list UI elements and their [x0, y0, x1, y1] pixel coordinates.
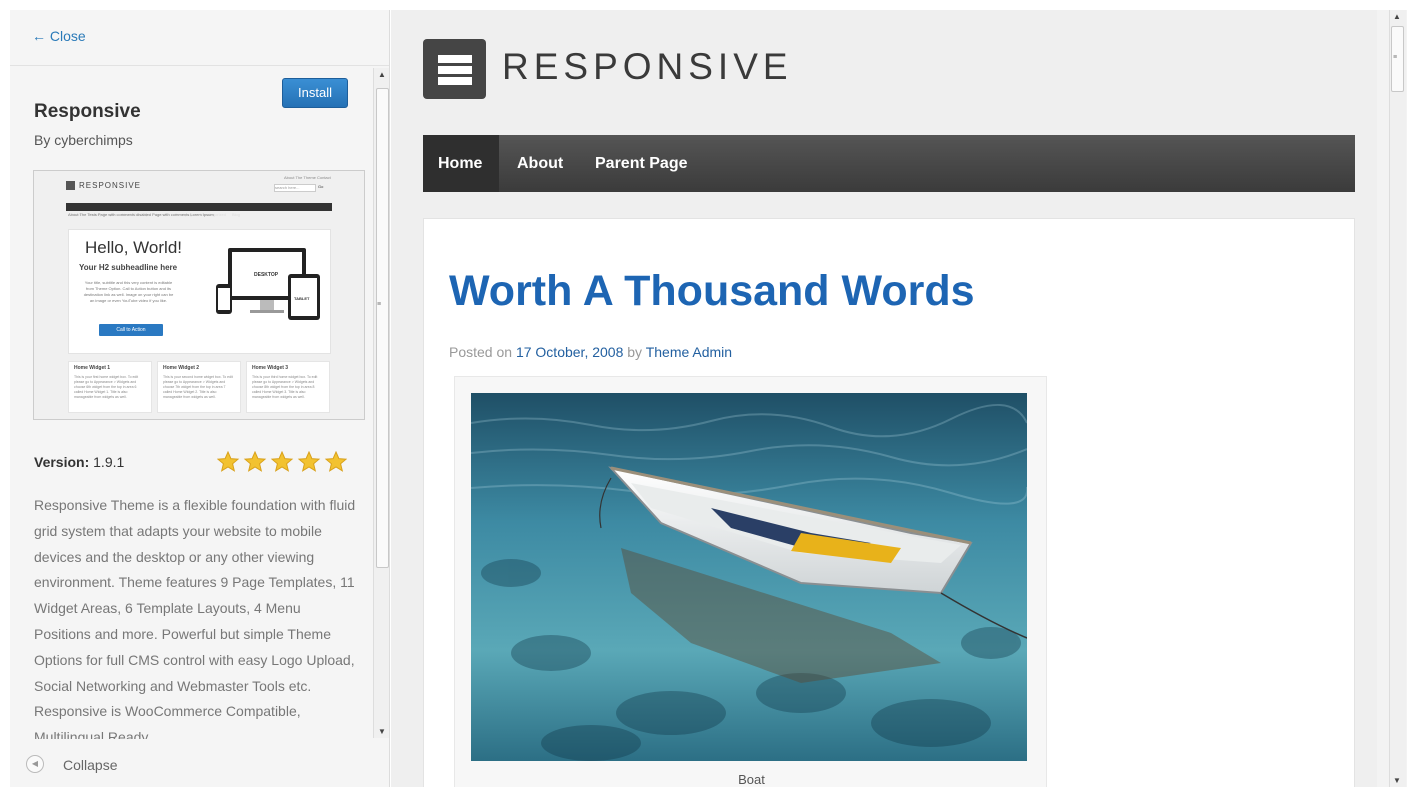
thumb-widget-text: This is your third home widget box. To e… — [252, 375, 318, 399]
install-button[interactable]: Install — [282, 78, 348, 108]
thumb-hero: Hello, World! Your H2 subheadline here Y… — [68, 229, 331, 354]
thumb-nav: Home Visiting People About The Guys Level 1… — [66, 203, 332, 217]
by-label: by — [627, 344, 643, 360]
theme-details-sidebar: ← Close Install Responsive By cyberchimp… — [10, 10, 390, 787]
star-icon — [297, 450, 321, 472]
theme-description: Responsive Theme is a flexible foundatio… — [34, 497, 356, 739]
menu-bars-icon — [423, 39, 486, 99]
thumb-logo-text: RESPONSIVE — [79, 181, 142, 190]
thumb-sub-nav: About The Tests Page with comments disab… — [68, 212, 214, 217]
thumb-hero-subtitle: Your H2 subheadline here — [79, 263, 178, 272]
thumb-top-links: About The Theme Contact — [284, 175, 331, 180]
theme-author: By cyberchimps — [34, 132, 133, 148]
preview-scrollbar-track[interactable] — [1389, 10, 1406, 787]
version-value: 1.9.1 — [93, 454, 125, 470]
version-label: Version: — [34, 454, 90, 470]
grip-icon: ≡ — [377, 301, 382, 308]
post-meta: Posted on 17 October, 2008 by Theme Admi… — [449, 344, 732, 360]
thumb-widget-title: Home Widget 2 — [163, 365, 200, 371]
thumb-widget: Home Widget 2 This is your second home w… — [157, 361, 241, 413]
thumb-devices-illustration: DESKTOP TABLET — [216, 248, 320, 320]
close-link[interactable]: ← Close — [32, 28, 86, 44]
star-icon — [216, 450, 240, 472]
star-icon — [324, 450, 348, 472]
site-logo[interactable]: RESPONSIVE — [502, 46, 793, 88]
thumb-tablet-label: TABLET — [294, 296, 310, 301]
thumb-widget: Home Widget 1 This is your first home wi… — [68, 361, 152, 413]
theme-preview: RESPONSIVE Home About Parent Page Worth … — [391, 10, 1377, 787]
preview-scrollbar[interactable]: ▲ ≡ ▼ — [1377, 10, 1407, 787]
site-nav: Home About Parent Page — [423, 135, 1355, 192]
scroll-down-icon[interactable]: ▼ — [1393, 776, 1401, 785]
star-icon — [270, 450, 294, 472]
post-title[interactable]: Worth A Thousand Words — [449, 267, 975, 316]
boat-photo[interactable] — [471, 393, 1027, 761]
collapse-label[interactable]: Collapse — [63, 757, 117, 773]
post-author-link[interactable]: Theme Admin — [646, 344, 732, 360]
thumb-search: search here... — [274, 184, 316, 192]
scroll-down-icon[interactable]: ▼ — [378, 727, 386, 736]
nav-item-home[interactable]: Home — [423, 135, 499, 192]
post-date-link[interactable]: 17 October, 2008 — [516, 344, 623, 360]
scroll-up-icon[interactable]: ▲ — [1393, 12, 1401, 21]
thumb-hero-text: Your title, subtitle and this very conte… — [83, 280, 174, 303]
nav-item-parent-page[interactable]: Parent Page — [580, 135, 702, 192]
collapse-circle-icon[interactable]: ◀ — [26, 755, 44, 773]
scroll-up-icon[interactable]: ▲ — [378, 70, 386, 79]
posted-on-label: Posted on — [449, 344, 513, 360]
thumb-widget-text: This is your second home widget box. To … — [163, 375, 233, 399]
image-caption: Boat — [738, 772, 765, 787]
sidebar-header: ← Close — [10, 10, 389, 66]
theme-name: Responsive — [34, 101, 141, 122]
thumb-widget-title: Home Widget 3 — [252, 365, 289, 371]
star-icon — [243, 450, 267, 472]
sidebar-scrollbar-thumb[interactable] — [376, 88, 389, 568]
version-row: Version: 1.9.1 — [34, 454, 124, 470]
collapse-button[interactable]: ◀ Collapse — [10, 743, 370, 783]
thumb-widget-title: Home Widget 1 — [74, 365, 111, 371]
post-image-frame: Boat — [454, 376, 1047, 787]
grip-icon: ≡ — [1393, 54, 1398, 61]
theme-screenshot: RESPONSIVE About The Theme Contact searc… — [33, 170, 365, 420]
thumb-widget: Home Widget 3 This is your third home wi… — [246, 361, 330, 413]
post-content: Worth A Thousand Words Posted on 17 Octo… — [423, 218, 1355, 787]
thumb-widgets: Home Widget 1 This is your first home wi… — [68, 361, 331, 413]
thumb-widget-text: This is your first home widget box. To e… — [74, 375, 139, 399]
thumb-hero-title: Hello, World! — [85, 238, 182, 257]
sidebar-scrollbar[interactable]: ▲ ≡ ▼ — [373, 68, 389, 738]
sidebar-scroll-area[interactable]: Install Responsive By cyberchimps RESPON… — [10, 67, 389, 739]
thumb-cta-button: Call to Action — [99, 324, 163, 336]
thumb-desktop-label: DESKTOP — [254, 272, 279, 278]
thumb-logo-icon — [66, 181, 75, 190]
rating-stars — [216, 450, 348, 473]
thumb-search-go: Go — [318, 184, 324, 189]
nav-item-about[interactable]: About — [502, 135, 578, 192]
